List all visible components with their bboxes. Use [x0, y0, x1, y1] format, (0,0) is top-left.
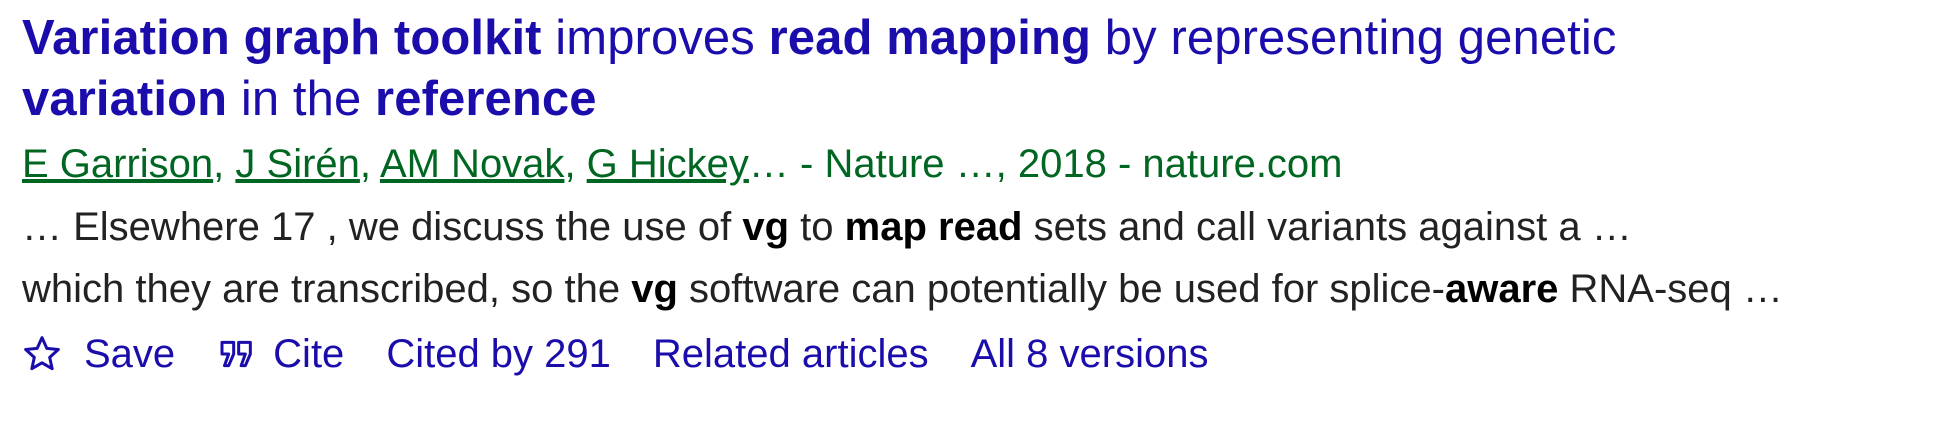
- snippet-highlight: aware: [1444, 267, 1559, 311]
- snippet-highlight: vg: [631, 267, 678, 311]
- title-part[interactable]: by representing genetic: [1091, 11, 1617, 65]
- author-separator: ,: [213, 142, 236, 186]
- snippet-text: which they are transcribed, so the: [22, 267, 632, 311]
- snippet-text: … Elsewhere 17 , we discuss the use of: [22, 205, 743, 249]
- quote-icon: [217, 334, 257, 374]
- publication-source: … - Nature …, 2018 - nature.com: [748, 142, 1343, 186]
- result-title[interactable]: Variation graph toolkit improves read ma…: [22, 8, 1922, 130]
- snippet-text: RNA-seq …: [1558, 267, 1783, 311]
- star-outline-icon: [22, 334, 62, 374]
- author-link-garrison[interactable]: E Garrison: [22, 142, 213, 186]
- snippet-text: to: [789, 205, 845, 249]
- author-link-novak[interactable]: AM Novak: [380, 142, 565, 186]
- author-link-siren[interactable]: J Sirén: [235, 142, 360, 186]
- search-result: Variation graph toolkit improves read ma…: [22, 8, 1922, 382]
- snippet-highlight: map read: [844, 205, 1023, 249]
- snippet-highlight: vg: [742, 205, 790, 249]
- save-label[interactable]: Save: [84, 326, 175, 382]
- authors-line: E Garrison, J Sirén, AM Novak, G Hickey……: [22, 138, 1922, 190]
- title-part[interactable]: variation: [22, 72, 227, 126]
- snippet-line-1: … Elsewhere 17 , we discuss the use of v…: [22, 196, 1922, 258]
- related-articles-link[interactable]: Related articles: [653, 326, 929, 382]
- title-part[interactable]: improves: [542, 11, 769, 65]
- title-part[interactable]: in the: [227, 72, 375, 126]
- author-separator: ,: [564, 142, 587, 186]
- cite-button[interactable]: Cite: [217, 326, 344, 382]
- cited-by-link[interactable]: Cited by 291: [386, 326, 611, 382]
- author-link-hickey[interactable]: G Hickey: [587, 142, 749, 186]
- title-part[interactable]: read mapping: [769, 11, 1091, 65]
- save-button[interactable]: Save: [22, 326, 175, 382]
- title-part[interactable]: Variation graph toolkit: [22, 11, 542, 65]
- snippet-text: software can potentially be used for spl…: [677, 267, 1445, 311]
- title-part[interactable]: reference: [375, 72, 597, 126]
- result-snippet: … Elsewhere 17 , we discuss the use of v…: [22, 196, 1922, 320]
- all-versions-link[interactable]: All 8 versions: [971, 326, 1209, 382]
- snippet-line-2: which they are transcribed, so the vg so…: [22, 258, 1922, 320]
- cite-label[interactable]: Cite: [273, 326, 344, 382]
- author-separator: ,: [359, 142, 380, 186]
- snippet-text: sets and call variants against a …: [1022, 205, 1632, 249]
- result-title-link[interactable]: Variation graph toolkit improves read ma…: [22, 11, 1616, 126]
- result-actions: Save Cite Cited by 291 Related articles …: [22, 326, 1922, 382]
